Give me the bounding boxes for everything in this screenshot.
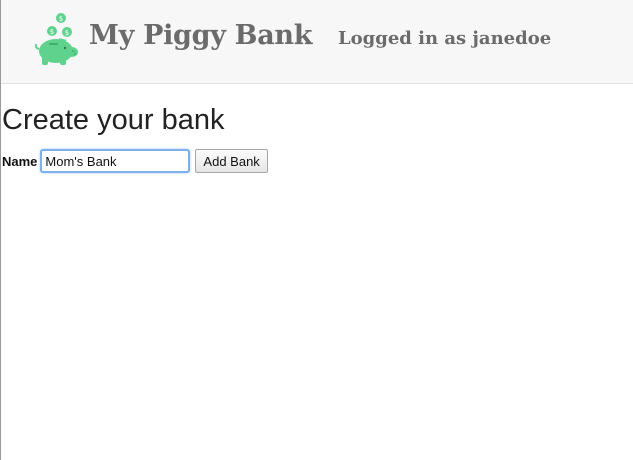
svg-text:$: $ — [65, 29, 69, 37]
svg-text:$: $ — [59, 15, 63, 23]
login-status: Logged in as janedoe — [338, 28, 552, 49]
page-title: Create your bank — [2, 104, 225, 136]
brand-title[interactable]: My Piggy Bank — [89, 20, 312, 51]
bank-name-input[interactable] — [40, 149, 191, 173]
create-bank-form: Name Add Bank — [2, 148, 268, 174]
name-label: Name — [2, 153, 38, 169]
piggy-bank-logo-icon[interactable]: $ $ $ — [34, 12, 81, 66]
add-bank-button[interactable]: Add Bank — [195, 149, 268, 173]
svg-text:$: $ — [50, 28, 54, 36]
top-navbar: $ $ $ My Piggy Bank Logged in as janedoe — [1, 0, 633, 84]
